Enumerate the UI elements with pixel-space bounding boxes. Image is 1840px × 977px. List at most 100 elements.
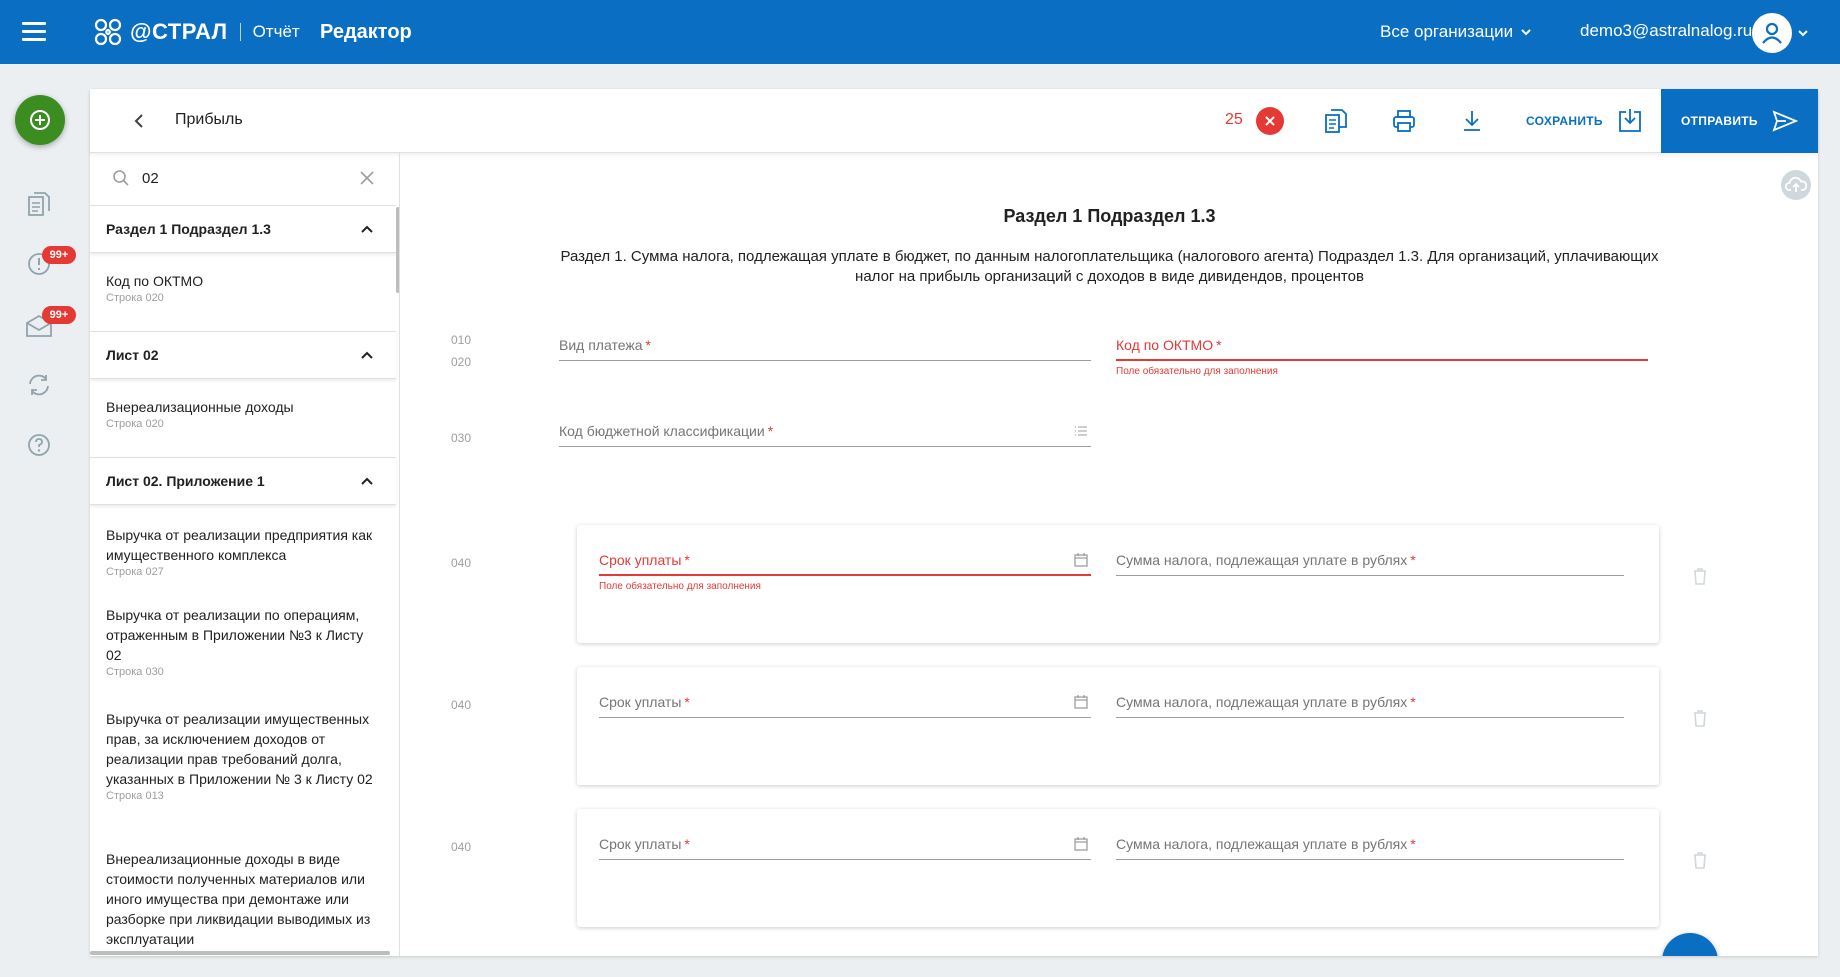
list-item[interactable]: Выручка от реализации по операциям, отра… <box>106 605 376 678</box>
required-mark: * <box>1410 836 1416 852</box>
rail-documents[interactable] <box>24 190 54 220</box>
menu-icon[interactable] <box>22 22 46 42</box>
payment-row-card <box>577 667 1659 785</box>
rail-sync[interactable] <box>24 370 54 400</box>
print-icon <box>1393 110 1415 132</box>
rail-help[interactable] <box>24 430 54 460</box>
save-button[interactable]: СОХРАНИТЬ <box>1526 114 1603 128</box>
list-item[interactable]: Выручка от реализации предприятия как им… <box>106 525 376 578</box>
line-number: 040 <box>451 698 472 712</box>
due-date-label: Срок уплаты <box>599 836 682 852</box>
user-icon <box>1762 22 1782 44</box>
save-icon-button[interactable] <box>1616 107 1644 135</box>
alerts-badge: 99+ <box>42 246 76 264</box>
add-row-button[interactable] <box>1662 933 1718 956</box>
due-date-field[interactable]: Срок уплаты * <box>599 690 1091 718</box>
payment-type-field[interactable]: Вид платежа * <box>559 333 1091 361</box>
copy-documents-icon <box>1325 109 1347 133</box>
organization-select-label: Все организации <box>1380 22 1514 41</box>
trash-icon[interactable] <box>1691 708 1709 728</box>
form-title: Раздел 1 Подраздел 1.3 <box>1003 206 1216 226</box>
logo[interactable]: @СТРАЛ Отчёт <box>92 14 300 50</box>
app-title: Редактор <box>320 21 412 43</box>
required-mark: * <box>684 694 690 710</box>
oktmo-error-text: Поле обязательно для заполнения <box>1116 366 1278 377</box>
list-item[interactable]: Внереализационные доходы в виде стоимост… <box>106 849 376 949</box>
plus-circle-icon <box>30 110 50 130</box>
line-number: 040 <box>451 840 472 854</box>
copy-button[interactable] <box>1322 107 1350 135</box>
list-icon[interactable] <box>1073 423 1089 439</box>
kbk-field[interactable]: Код бюджетной классификации * <box>559 419 1091 447</box>
cloud-upload-button[interactable] <box>1781 170 1811 200</box>
messages-badge: 99+ <box>42 306 76 324</box>
send-button[interactable]: ОТПРАВИТЬ <box>1661 89 1818 153</box>
tax-amount-field[interactable]: Сумма налога, подлежащая уплате в рублях… <box>1116 548 1624 576</box>
calendar-icon[interactable] <box>1073 552 1089 568</box>
kbk-label: Код бюджетной классификации <box>559 423 765 439</box>
due-date-error-text: Поле обязательно для заполнения <box>599 581 761 592</box>
trash-icon[interactable] <box>1691 850 1709 870</box>
send-icon <box>1772 110 1798 132</box>
list-item[interactable]: Выручка от реализации имущественных прав… <box>106 709 376 802</box>
item-line: Строка 013 <box>106 790 164 802</box>
logo-separator <box>239 23 241 41</box>
sidebar-scrollbar-horizontal[interactable] <box>90 951 390 955</box>
item-title: Код по ОКТМО <box>106 273 204 289</box>
tax-amount-label: Сумма налога, подлежащая уплате в рублях <box>1116 694 1408 710</box>
user-email[interactable]: demo3@astralnalog.ru <box>1580 21 1752 41</box>
list-item[interactable]: Внереализационные доходы Строка 020 <box>106 397 376 430</box>
line-number: 010 <box>451 333 472 347</box>
line-number: 040 <box>451 556 472 570</box>
back-arrow-icon[interactable] <box>130 111 150 131</box>
chevron-down-icon[interactable] <box>1796 26 1810 40</box>
tax-amount-field[interactable]: Сумма налога, подлежащая уплате в рублях… <box>1116 832 1624 860</box>
required-mark: * <box>645 337 651 353</box>
payment-type-label: Вид платежа <box>559 337 643 353</box>
form-description: Раздел 1. Сумма налога, подлежащая уплат… <box>560 248 1659 285</box>
required-mark: * <box>1410 694 1416 710</box>
required-mark: * <box>684 836 690 852</box>
section-header[interactable]: Лист 02 <box>90 331 396 379</box>
calendar-icon[interactable] <box>1073 694 1089 710</box>
item-line: Строка 030 <box>106 666 164 678</box>
download-button[interactable] <box>1458 107 1486 135</box>
organization-select[interactable]: Все организации <box>1380 22 1533 42</box>
add-report-button[interactable] <box>15 95 65 145</box>
section-header[interactable]: Раздел 1 Подраздел 1.3 <box>90 205 396 253</box>
editor-toolbar: Прибыль 25 СОХРАНИТЬ ОТПРАВИТЬ <box>90 89 1818 153</box>
chevron-up-icon <box>361 225 373 233</box>
section-navigator: Раздел 1 Подраздел 1.3 Код по ОКТМО Стро… <box>90 153 400 956</box>
due-date-field[interactable]: Срок уплаты * <box>599 832 1091 860</box>
section-header[interactable]: Лист 02. Приложение 1 <box>90 457 396 505</box>
line-number: 030 <box>451 431 472 445</box>
required-mark: * <box>767 423 774 439</box>
calendar-icon[interactable] <box>1073 836 1089 852</box>
avatar[interactable] <box>1752 13 1792 53</box>
item-title: Внереализационные доходы <box>106 399 294 415</box>
item-line: Строка 020 <box>106 292 164 304</box>
list-item[interactable]: Код по ОКТМО Строка 020 <box>106 271 376 304</box>
search-input[interactable] <box>142 167 342 189</box>
due-date-field[interactable]: Срок уплаты * <box>599 548 1091 576</box>
section-title: Лист 02. Приложение 1 <box>106 473 265 489</box>
item-line: Строка 027 <box>106 566 164 578</box>
print-button[interactable] <box>1390 107 1418 135</box>
error-count: 25 <box>1225 111 1243 128</box>
payment-row-card <box>577 809 1659 927</box>
required-mark: * <box>1410 552 1416 568</box>
required-mark: * <box>684 552 690 568</box>
trash-icon[interactable] <box>1691 566 1709 586</box>
tax-amount-field[interactable]: Сумма налога, подлежащая уплате в рублях… <box>1116 690 1624 718</box>
sidebar-scrollbar[interactable] <box>396 207 399 293</box>
clear-search-icon[interactable] <box>358 169 376 187</box>
logo-text: @СТРАЛ <box>130 19 228 44</box>
item-title: Внереализационные доходы в виде стоимост… <box>106 851 371 947</box>
errors-button[interactable] <box>1256 107 1284 135</box>
line-number: 020 <box>451 355 472 369</box>
document-title: Прибыль <box>175 111 243 128</box>
sync-icon <box>29 374 49 396</box>
chevron-down-icon <box>1521 29 1531 36</box>
oktmo-field[interactable]: Код по ОКТМО * <box>1116 333 1648 361</box>
required-mark: * <box>1216 337 1222 353</box>
